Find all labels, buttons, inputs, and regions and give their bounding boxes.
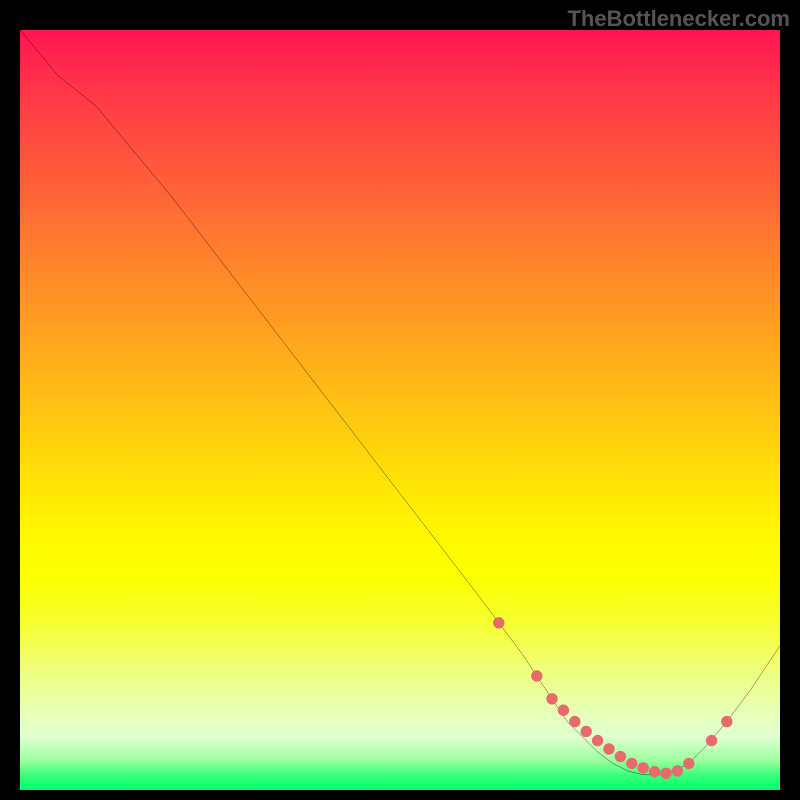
dot-series — [493, 617, 732, 779]
data-point — [546, 693, 557, 704]
data-point — [558, 705, 569, 716]
data-point — [683, 758, 694, 769]
data-point — [615, 751, 626, 762]
data-point — [493, 617, 504, 628]
data-point — [626, 758, 637, 769]
data-point — [660, 768, 671, 779]
data-point — [638, 762, 649, 773]
data-point — [531, 670, 542, 681]
chart-svg — [20, 30, 780, 790]
data-point — [569, 716, 580, 727]
data-point — [721, 716, 732, 727]
data-point — [649, 766, 660, 777]
plot-area — [20, 30, 780, 790]
data-point — [603, 743, 614, 754]
data-point — [706, 735, 717, 746]
chart-container: TheBottlenecker.com — [0, 0, 800, 800]
line-series — [20, 30, 780, 775]
watermark-text: TheBottlenecker.com — [567, 6, 790, 32]
data-point — [672, 765, 683, 776]
data-point — [592, 735, 603, 746]
data-point — [581, 726, 592, 737]
